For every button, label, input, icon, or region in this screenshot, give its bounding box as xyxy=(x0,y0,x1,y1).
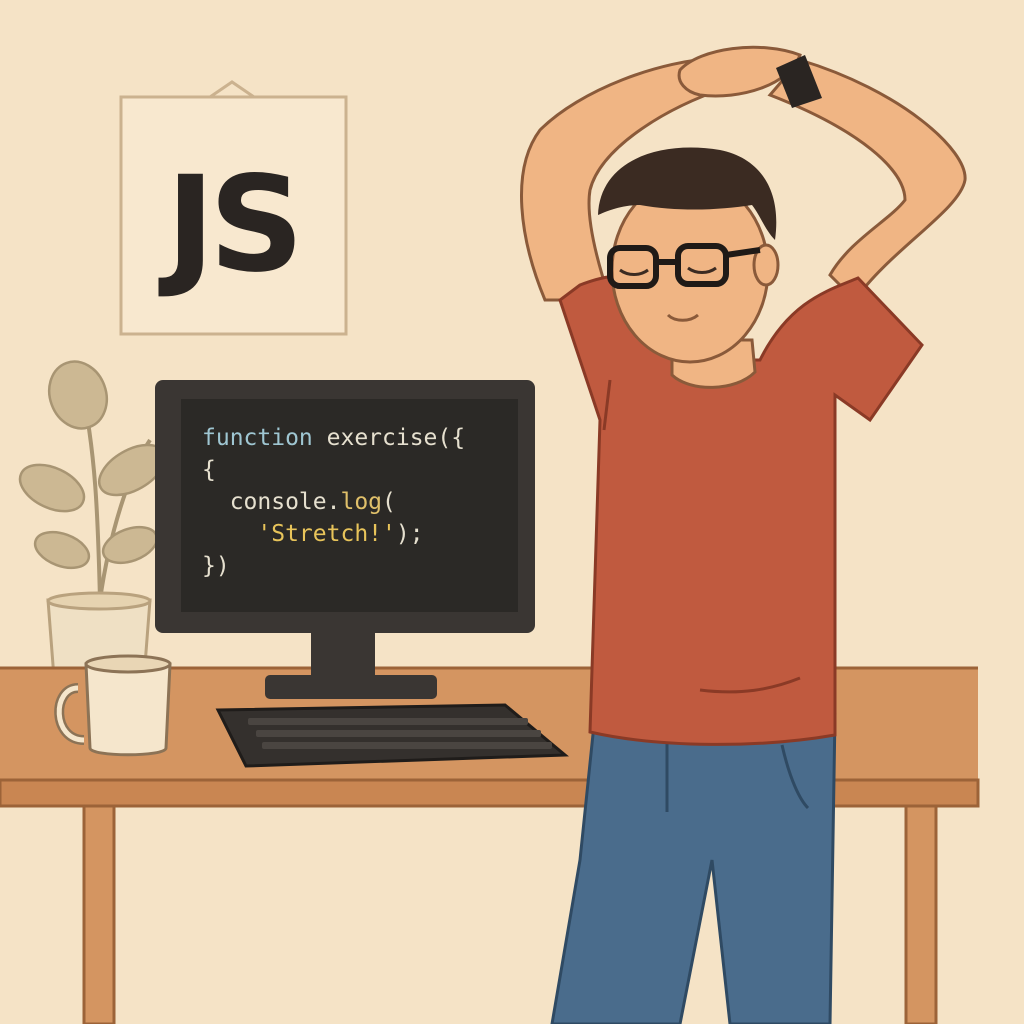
workspace-illustration: JS function exercise({{ console.log( 'St… xyxy=(0,0,1024,1024)
keyboard-icon xyxy=(215,703,569,768)
code-line: { xyxy=(202,457,216,483)
js-logo-text: JS xyxy=(158,148,298,302)
code-line: function exercise({ xyxy=(202,425,465,451)
code-line: console.log( xyxy=(202,489,396,515)
js-poster: JS xyxy=(119,80,348,336)
code-line: }) xyxy=(202,553,230,579)
code-line: 'Stretch!'); xyxy=(202,521,424,547)
